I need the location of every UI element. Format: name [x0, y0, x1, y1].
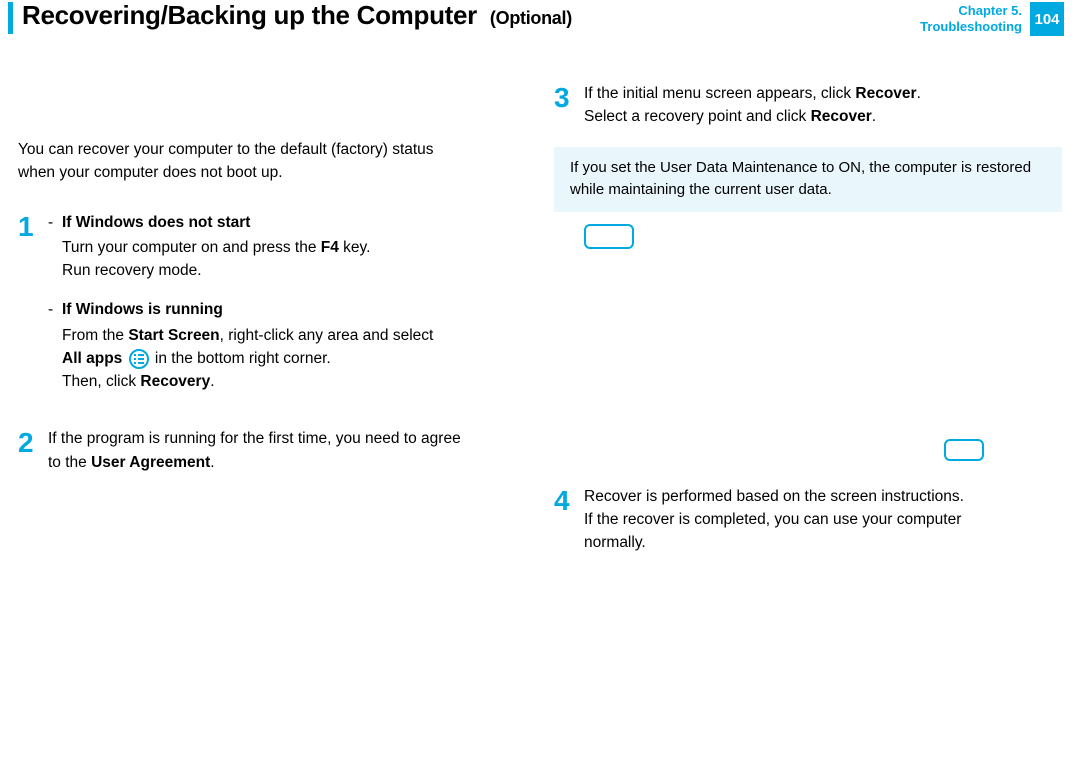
all-apps-icon [129, 349, 149, 369]
note-text: If you set the User Data Maintenance to … [570, 159, 1031, 199]
step-1-number: 1 [18, 213, 48, 241]
screenshot-placeholder-2 [944, 439, 984, 461]
lead-l1: You can recover your computer to the def… [18, 141, 434, 158]
dash-icon: - [48, 211, 62, 283]
recover-bold: Recover [855, 85, 916, 102]
right-column: 3 If the initial menu screen appears, cl… [554, 82, 1062, 572]
chapter-sub: Troubleshooting [920, 19, 1022, 35]
step-4-number: 4 [554, 487, 584, 515]
step-1b-body: If Windows is running From the Start Scr… [62, 298, 526, 393]
screenshot-placeholder-1 [584, 224, 634, 249]
body: You can recover your computer to the def… [18, 82, 1062, 572]
user-agreement-bold: User Agreement [91, 454, 210, 471]
step-3-line2: Select a recovery point and click Recove… [584, 105, 1062, 128]
step-1a-title: If Windows does not start [62, 211, 526, 234]
chapter-block: Chapter 5. Troubleshooting [920, 3, 1022, 34]
all-apps-bold: All apps [62, 350, 122, 367]
page: Recovering/Backing up the Computer (Opti… [0, 0, 1080, 766]
start-screen-bold: Start Screen [128, 327, 219, 344]
text: key. [339, 239, 371, 256]
page-number: 104 [1034, 11, 1059, 28]
step-3: 3 If the initial menu screen appears, cl… [554, 82, 1062, 129]
step-1b: - If Windows is running From the Start S… [48, 298, 526, 393]
page-title: Recovering/Backing up the Computer (Opti… [22, 0, 572, 31]
step-3-line1: If the initial menu screen appears, clic… [584, 82, 1062, 105]
step-4-line1: Recover is performed based on the screen… [584, 485, 1062, 508]
step-4-content: Recover is performed based on the screen… [584, 485, 1062, 555]
step-2: 2 If the program is running for the firs… [18, 427, 526, 474]
left-column: You can recover your computer to the def… [18, 82, 526, 572]
step-2-number: 2 [18, 429, 48, 457]
step-4-line3: normally. [584, 531, 1062, 554]
step-1b-line3: Then, click Recovery. [62, 370, 526, 393]
step-2-line1: If the program is running for the first … [48, 427, 526, 450]
page-number-badge: 104 [1030, 2, 1064, 36]
text: If the initial menu screen appears, clic… [584, 85, 855, 102]
step-2-line2: to the User Agreement. [48, 451, 526, 474]
text: in the bottom right corner. [155, 350, 331, 367]
chapter-label: Chapter 5. [920, 3, 1022, 19]
step-3-number: 3 [554, 84, 584, 112]
text: Then, click [62, 373, 140, 390]
step-1b-title: If Windows is running [62, 298, 526, 321]
text: to the [48, 454, 91, 471]
f4-key: F4 [321, 239, 339, 256]
step-4-line2: If the recover is completed, you can use… [584, 508, 1062, 531]
text: . [872, 108, 876, 125]
text: , right-click any area and select [220, 327, 434, 344]
header-right: Chapter 5. Troubleshooting 104 [920, 2, 1064, 36]
lead-paragraph: You can recover your computer to the def… [18, 138, 526, 185]
lead-l2: when your computer does not boot up. [18, 164, 283, 181]
step-1-content: - If Windows does not start Turn your co… [48, 211, 526, 410]
text: . [210, 373, 214, 390]
step-1b-line1: From the Start Screen, right-click any a… [62, 324, 526, 347]
step-1a-line2: Run recovery mode. [62, 259, 526, 282]
accent-bar [8, 2, 13, 34]
text: Turn your computer on and press the [62, 239, 321, 256]
step-2-content: If the program is running for the first … [48, 427, 526, 474]
text: Select a recovery point and click [584, 108, 811, 125]
step-1b-line2: All apps in the bottom right corner. [62, 347, 526, 370]
text: From the [62, 327, 128, 344]
step-1a-line1: Turn your computer on and press the F4 k… [62, 236, 526, 259]
step-1a: - If Windows does not start Turn your co… [48, 211, 526, 283]
recover-bold: Recover [811, 108, 872, 125]
title-main: Recovering/Backing up the Computer [22, 0, 477, 30]
step-1a-body: If Windows does not start Turn your comp… [62, 211, 526, 283]
note-box: If you set the User Data Maintenance to … [554, 147, 1062, 212]
step-1: 1 - If Windows does not start Turn your … [18, 211, 526, 410]
dash-icon: - [48, 298, 62, 393]
recovery-bold: Recovery [140, 373, 210, 390]
text: . [917, 85, 921, 102]
step-3-content: If the initial menu screen appears, clic… [584, 82, 1062, 129]
page-header: Recovering/Backing up the Computer (Opti… [0, 0, 1080, 48]
title-optional: (Optional) [490, 8, 572, 28]
text: . [210, 454, 214, 471]
step-4: 4 Recover is performed based on the scre… [554, 485, 1062, 555]
